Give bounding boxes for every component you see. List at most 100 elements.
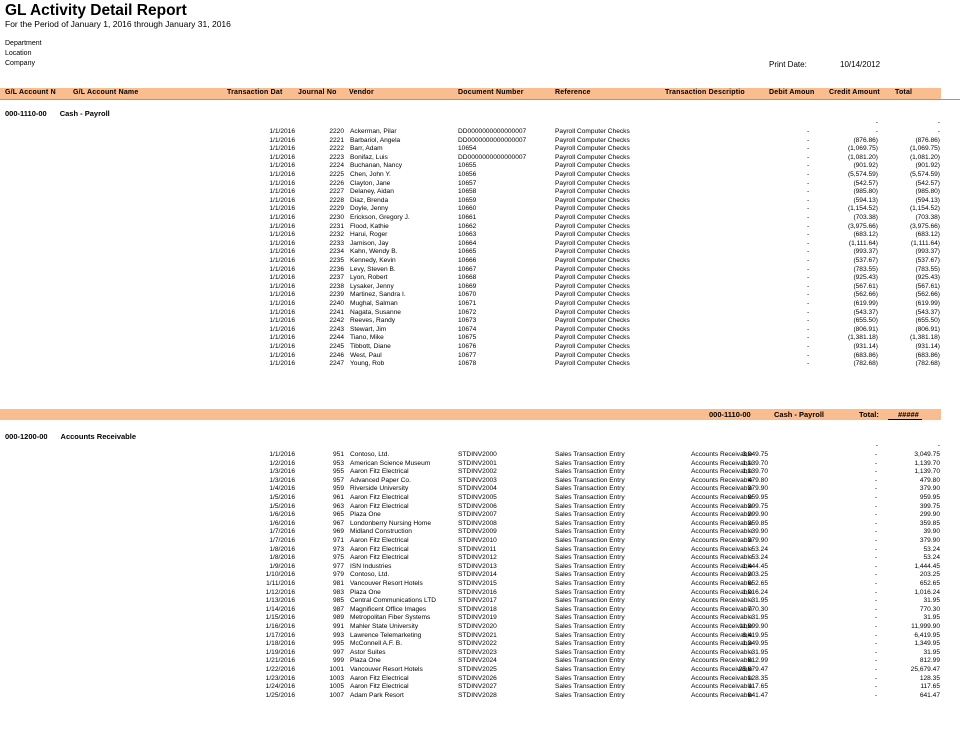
reference: Sales Transaction Entry	[555, 459, 625, 467]
reference: Payroll Computer Checks	[555, 239, 630, 247]
journal-no: 2246	[329, 351, 344, 359]
document-number: STDINV2025	[458, 666, 497, 673]
credit-amount: (543.37)	[853, 308, 878, 316]
reference: Payroll Computer Checks	[555, 360, 630, 368]
table-row: 1/1/2016 2242 Reeves, Randy 10673 Payroll Co…	[0, 317, 960, 326]
opening-credit: -	[875, 119, 878, 126]
debit-amount: 479.80	[747, 476, 768, 484]
credit-amount: (993.37)	[853, 248, 878, 256]
total-amount: 379.90	[919, 485, 940, 493]
total-amount: 128.35	[919, 674, 940, 682]
reference: Sales Transaction Entry	[555, 571, 625, 579]
transaction-date: 1/1/2016	[269, 179, 295, 187]
transaction-date: 1/1/2016	[269, 451, 295, 458]
reference: Sales Transaction Entry	[555, 614, 625, 622]
table-row: 1/1/2016 2245 Tibbott, Diane 10676 Payroll C…	[0, 343, 960, 352]
credit-amount: -	[875, 554, 878, 562]
reference: Payroll Computer Checks	[555, 145, 630, 153]
col-document-number: Document Number	[458, 89, 524, 96]
credit-amount: -	[875, 562, 878, 570]
reference: Payroll Computer Checks	[555, 257, 630, 264]
transaction-date: 1/1/2016	[269, 291, 295, 299]
transaction-description: Accounts Receivable	[691, 485, 753, 493]
debit-amount: 25,679.47	[738, 666, 768, 673]
document-number: 10656	[458, 171, 477, 178]
credit-amount: -	[875, 485, 878, 493]
debit-amount: 128.35	[747, 674, 768, 682]
journal-no: 959	[332, 485, 344, 493]
journal-no: 973	[332, 545, 344, 553]
total-amount: 641.47	[919, 691, 940, 699]
debit-amount: -	[807, 188, 810, 196]
vendor: Delaney, Aidan	[350, 188, 394, 196]
table-row: 1/1/2016 2229 Doyle, Jenny 10660 Payroll Com…	[0, 205, 960, 214]
document-number: STDINV2010	[458, 537, 497, 544]
table-row: 1/1/2016 2221 Barbariol, Angela DD000000000…	[0, 137, 960, 146]
transaction-description: Accounts Receivable	[691, 519, 753, 527]
document-number: STDINV2019	[458, 614, 497, 622]
table-row: 1/5/2016 963 Aaron Fitz Electrical STDINV20…	[0, 503, 960, 512]
debit-amount: -	[807, 308, 810, 316]
debit-amount: 1,139.70	[742, 468, 768, 476]
reference: Payroll Computer Checks	[555, 300, 630, 307]
document-number: STDINV2017	[458, 597, 497, 605]
transaction-description: Accounts Receivable	[691, 545, 753, 553]
transaction-date: 1/1/2016	[269, 145, 295, 153]
journal-no: 963	[332, 502, 344, 510]
debit-amount: -	[807, 205, 810, 213]
transaction-description: Accounts Receivable	[691, 511, 753, 519]
table-row: 1/1/2016 2237 Lyon, Robert 10668 Payroll Com…	[0, 274, 960, 283]
total-amount: (993.37)	[915, 248, 940, 256]
credit-amount: -	[875, 614, 878, 622]
document-number: 10675	[458, 334, 477, 342]
reference: Sales Transaction Entry	[555, 648, 625, 656]
journal-no: 2230	[329, 214, 344, 221]
transaction-date: 1/1/2016	[269, 162, 295, 170]
document-number: DD0000000000000007	[458, 136, 527, 144]
vendor: Mughal, Salman	[350, 300, 398, 307]
credit-amount: (1,069.75)	[847, 145, 878, 153]
table-row: 1/1/2016 2244 Tiano, Mike 10675 Payroll Comp…	[0, 334, 960, 343]
transaction-date: 1/24/2016	[265, 683, 295, 691]
document-number: STDINV2012	[458, 554, 497, 562]
journal-no: 2225	[329, 171, 344, 178]
credit-amount: (876.86)	[853, 136, 878, 144]
journal-no: 1007	[329, 691, 344, 699]
reference: Sales Transaction Entry	[555, 485, 625, 493]
total-amount: (1,381.18)	[909, 334, 940, 342]
reference: Payroll Computer Checks	[555, 153, 630, 161]
total-amount: 6,419.95	[914, 631, 940, 639]
debit-amount: 379.90	[747, 537, 768, 544]
document-number: 10673	[458, 317, 477, 325]
col-debit: Debit Amoun	[769, 89, 815, 96]
transaction-date: 1/1/2016	[269, 343, 295, 350]
vendor: Lawrence Telemarketing	[350, 631, 422, 639]
transaction-date: 1/1/2016	[269, 171, 295, 178]
debit-amount: 379.90	[747, 485, 768, 493]
debit-amount: -	[807, 360, 810, 368]
table-row: 1/1/2016 2224 Buchanan, Nancy 10655 Payroll …	[0, 162, 960, 171]
document-number: STDINV2020	[458, 623, 497, 630]
credit-amount: (683.86)	[853, 351, 878, 359]
table-row: 1/1/2016 2226 Clayton, Jane 10657 Payroll Co…	[0, 180, 960, 189]
debit-amount: -	[807, 282, 810, 290]
total-amount: (1,081.20)	[909, 153, 940, 161]
reference: Payroll Computer Checks	[555, 231, 630, 239]
debit-amount: 31.95	[751, 597, 768, 605]
reference: Sales Transaction Entry	[555, 545, 625, 553]
reference: Sales Transaction Entry	[555, 605, 625, 613]
credit-amount: (782.68)	[853, 360, 878, 368]
credit-amount: (619.99)	[853, 300, 878, 307]
debit-amount: 31.95	[751, 614, 768, 622]
transaction-date: 1/8/2016	[269, 554, 295, 562]
journal-no: 999	[332, 657, 344, 665]
credit-amount: -	[875, 623, 878, 630]
vendor: Aaron Fitz Electrical	[350, 674, 409, 682]
debit-amount: 770.30	[747, 605, 768, 613]
table-row: 1/1/2016 2240 Mughal, Salman 10671 Payroll C…	[0, 300, 960, 309]
column-header-bar: G/L Account N G/L Account Name Transacti…	[0, 88, 941, 100]
credit-amount: (925.43)	[853, 274, 878, 282]
journal-no: 987	[332, 605, 344, 613]
document-number: STDINV2024	[458, 657, 497, 665]
journal-no: 955	[332, 468, 344, 476]
